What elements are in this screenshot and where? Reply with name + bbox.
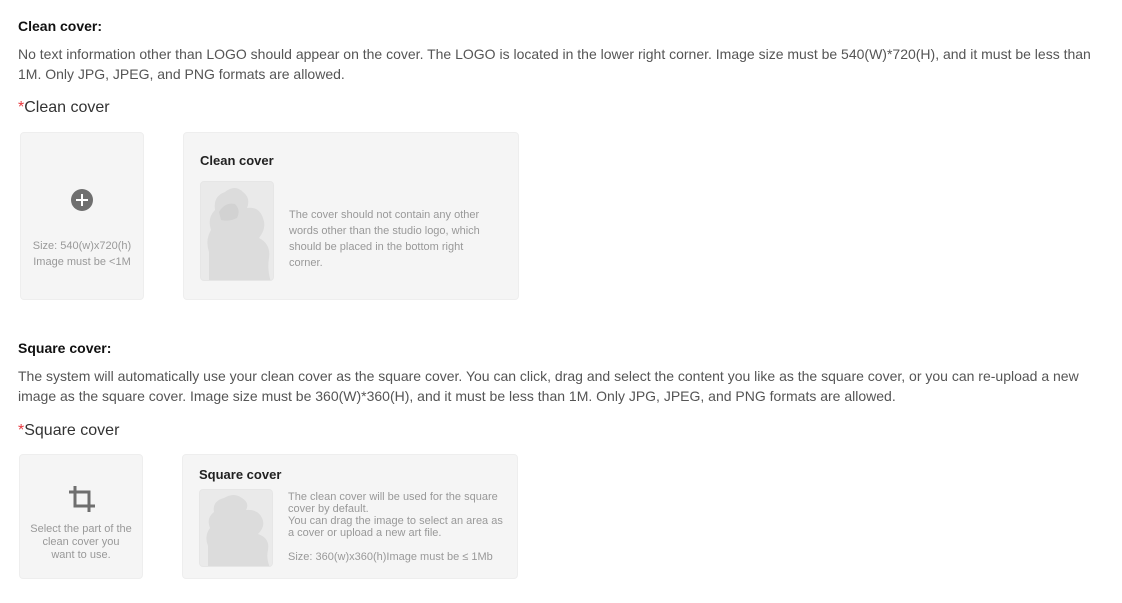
- upload-limit-caption: Image must be <1M: [33, 256, 131, 268]
- clean-cover-section-title: Clean cover:: [18, 18, 103, 34]
- plus-circle-icon: [71, 189, 93, 211]
- clean-cover-field-label: *Clean cover: [18, 99, 110, 117]
- example-title: Square cover: [199, 467, 282, 482]
- clean-cover-upload-button[interactable]: Size: 540(w)x720(h) Image must be <1M: [20, 132, 144, 300]
- square-cover-field-label: *Square cover: [18, 422, 119, 440]
- crop-caption: Select the part of the clean cover you w…: [30, 523, 132, 561]
- example-hint-text-drag: You can drag the image to select an area…: [288, 515, 503, 539]
- character-silhouette-icon: [207, 188, 271, 280]
- square-cover-crop-button[interactable]: Select the part of the clean cover you w…: [19, 454, 143, 579]
- example-hint-text: The cover should not contain any other w…: [289, 209, 480, 269]
- example-size-note: Size: 360(w)x360(h)Image must be ≤ 1Mb: [288, 551, 493, 563]
- clean-cover-example-card: Clean cover The cover should not contain…: [183, 132, 519, 300]
- example-title: Clean cover: [200, 153, 274, 168]
- square-cover-section-title: Square cover:: [18, 340, 112, 356]
- clean-cover-description: No text information other than LOGO shou…: [18, 46, 1091, 82]
- square-cover-example-card: Square cover The clean cover will be use…: [182, 454, 518, 579]
- square-cover-label-text: Square cover: [24, 422, 120, 439]
- character-silhouette-icon: [206, 495, 270, 566]
- example-square-thumbnail: [199, 489, 273, 567]
- clean-cover-label-text: Clean cover: [24, 99, 110, 116]
- upload-size-caption: Size: 540(w)x720(h): [32, 240, 132, 252]
- square-cover-description: The system will automatically use your c…: [18, 368, 1079, 404]
- example-hint-text-default: The clean cover will be used for the squ…: [288, 491, 498, 515]
- example-cover-thumbnail: [200, 181, 274, 281]
- crop-icon: [69, 486, 95, 512]
